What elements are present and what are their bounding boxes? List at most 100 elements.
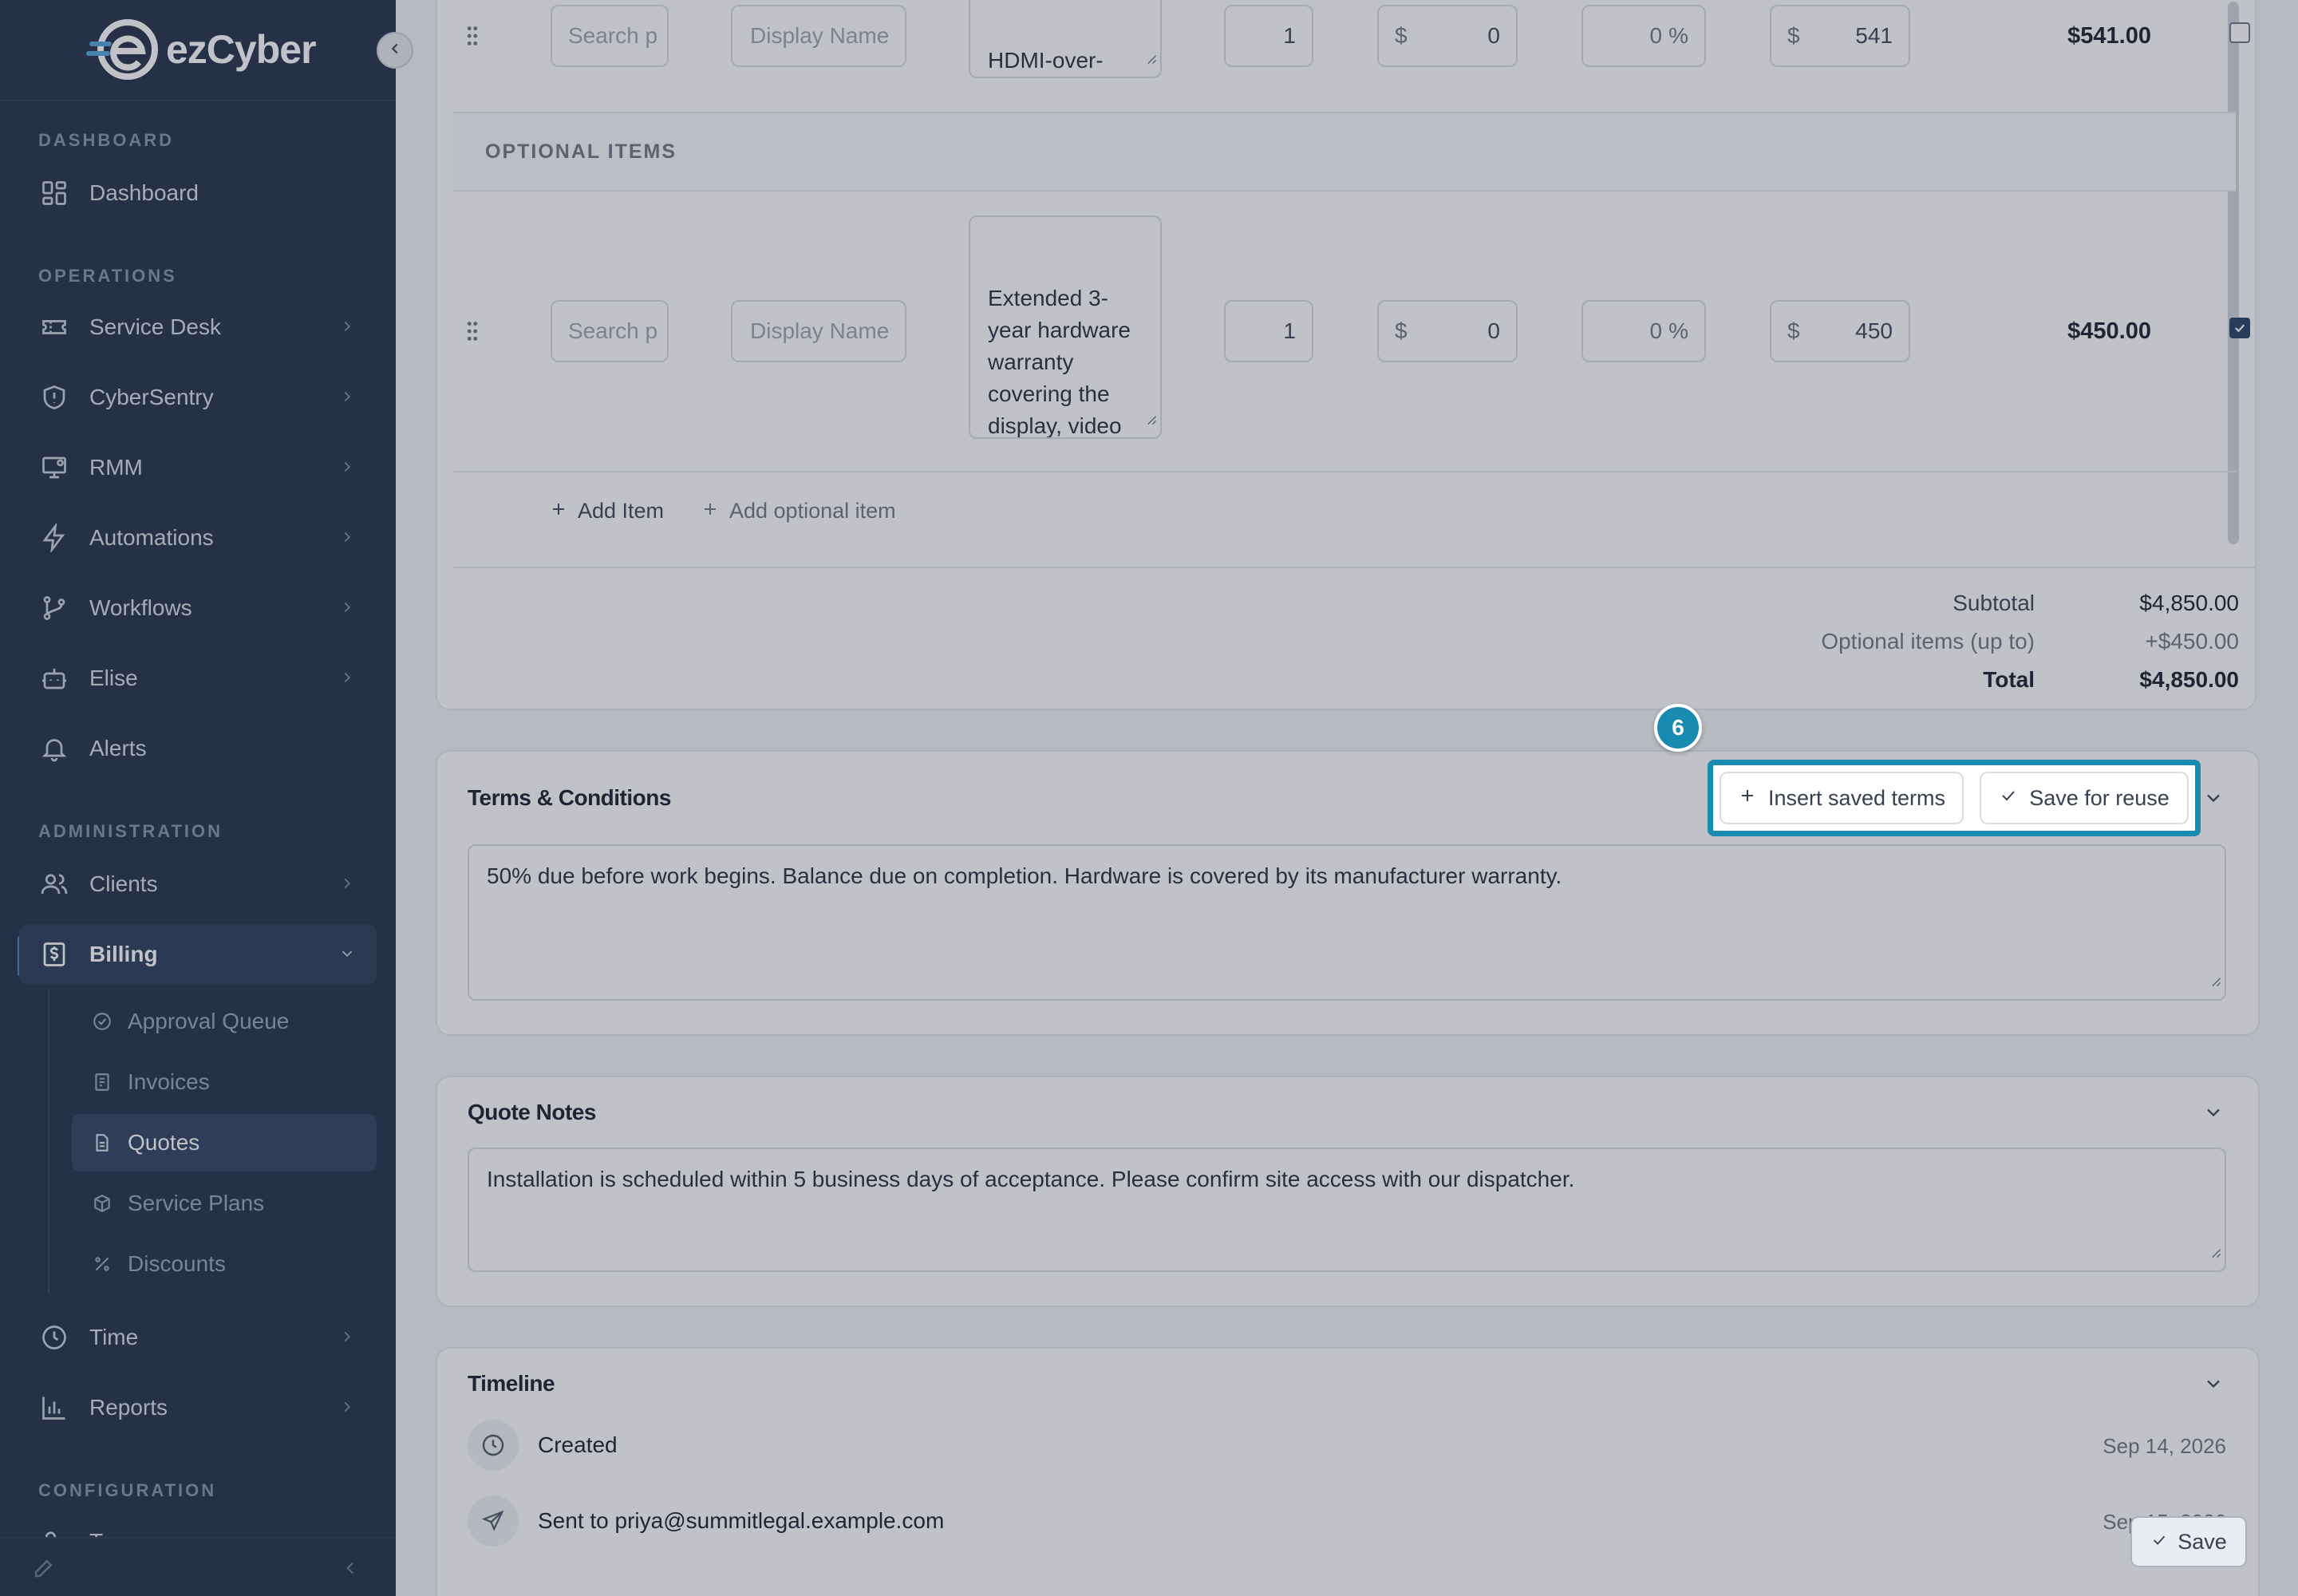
line-items-scrollbar[interactable] [2228, 2, 2239, 544]
currency-symbol: $ [1787, 318, 1800, 343]
clock-icon [38, 1321, 70, 1353]
product-search-input[interactable]: Search p [551, 5, 669, 67]
terms-text: 50% due before work begins. Balance due … [487, 863, 1562, 888]
description-textarea[interactable]: Extended 3- year hardware warranty cover… [969, 215, 1162, 439]
sidebar-toggle-button[interactable] [377, 32, 413, 69]
tour-step-badge: 6 [1654, 704, 1702, 752]
bot-icon [38, 662, 70, 694]
cost-input[interactable]: $0 [1377, 5, 1518, 67]
quantity-value: 1 [1283, 23, 1296, 48]
subitem-label: Service Plans [128, 1191, 265, 1215]
product-search-input[interactable]: Search p [551, 300, 669, 362]
price-input[interactable]: $450 [1770, 300, 1910, 362]
quote-notes-textarea[interactable]: Installation is scheduled within 5 busin… [468, 1148, 2226, 1272]
save-button-label: Save [2178, 1529, 2227, 1554]
check-icon [2150, 1530, 2168, 1555]
sidebar-item-clients[interactable]: Clients [19, 854, 377, 915]
price-input[interactable]: $541 [1770, 5, 1910, 67]
sidebar-subitem-service-plans[interactable]: Service Plans [72, 1175, 377, 1232]
chevron-right-icon [338, 318, 356, 339]
resize-handle-icon[interactable] [1146, 402, 1157, 434]
timeline-title: Timeline [468, 1371, 555, 1396]
edit-pencil-icon[interactable] [32, 1556, 56, 1584]
timeline-event-date: Sep 14, 2026 [2103, 1434, 2226, 1458]
discount-input[interactable]: 0% [1581, 300, 1706, 362]
sidebar-subitem-invoices[interactable]: Invoices [72, 1053, 377, 1111]
resize-handle-icon[interactable] [2210, 964, 2221, 996]
grid-icon [38, 177, 70, 209]
description-text: HDMI-over- CAT6 extender kit + cabling [988, 48, 1104, 73]
plus-icon [701, 500, 720, 523]
optional-checkbox[interactable] [2229, 22, 2250, 43]
add-optional-item-button[interactable]: Add optional item [701, 495, 896, 527]
drag-handle-icon[interactable] [464, 24, 480, 52]
sidebar-subitem-discounts[interactable]: Discounts [72, 1235, 377, 1293]
sidebar-item-time[interactable]: Time [19, 1307, 377, 1368]
check-circle-icon [91, 1010, 113, 1033]
price-value: 450 [1855, 318, 1893, 343]
sidebar-item-cybersentry[interactable]: CyberSentry [19, 367, 377, 428]
drag-handle-icon[interactable] [464, 319, 480, 347]
display-name-input[interactable]: Display Name [731, 300, 906, 362]
section-label-dashboard: DASHBOARD [38, 130, 174, 150]
check-icon [1999, 786, 2018, 811]
terms-textarea[interactable]: 50% due before work begins. Balance due … [468, 844, 2226, 1001]
shield-icon [38, 381, 70, 413]
insert-saved-terms-button[interactable]: Insert saved terms [1720, 772, 1964, 824]
app-logo[interactable]: ezCyber [86, 19, 317, 80]
search-placeholder: Search p [568, 318, 658, 343]
discount-input[interactable]: 0% [1581, 5, 1706, 67]
sidebar-item-elise[interactable]: Elise [19, 648, 377, 709]
subitem-label: Discounts [128, 1251, 226, 1276]
receipt-dollar-icon [38, 938, 70, 970]
logo-divider [0, 100, 396, 101]
optional-items-header: OPTIONAL ITEMS [453, 113, 2236, 192]
optional-checkbox-checked[interactable] [2229, 318, 2250, 338]
resize-handle-icon[interactable] [1146, 41, 1157, 73]
send-icon [468, 1495, 519, 1547]
description-textarea[interactable]: HDMI-over- CAT6 extender kit + cabling [969, 0, 1162, 78]
quote-notes-title: Quote Notes [468, 1100, 596, 1124]
quantity-input[interactable]: 1 [1224, 5, 1313, 67]
sidebar-item-alerts[interactable]: Alerts [19, 718, 377, 779]
resize-handle-icon[interactable] [2210, 1235, 2221, 1267]
sidebar-subitem-approval-queue[interactable]: Approval Queue [72, 993, 377, 1050]
chevron-right-icon [338, 388, 356, 409]
display-name-placeholder: Display Name [750, 318, 890, 343]
optional-items-label: OPTIONAL ITEMS [485, 140, 677, 163]
sidebar-item-billing[interactable]: Billing [19, 924, 377, 985]
chevron-down-icon[interactable] [2202, 1101, 2225, 1128]
currency-symbol: $ [1395, 23, 1408, 48]
sidebar-item-label: Time [89, 1325, 139, 1349]
sidebar-item-workflows[interactable]: Workflows [19, 578, 377, 638]
chevron-right-icon [338, 669, 356, 690]
clock-icon [468, 1420, 519, 1471]
currency-symbol: $ [1395, 318, 1408, 343]
sidebar-item-service-desk[interactable]: Service Desk [19, 297, 377, 358]
save-for-reuse-button[interactable]: Save for reuse [1980, 772, 2189, 824]
subitem-label: Invoices [128, 1069, 210, 1094]
sidebar-item-dashboard[interactable]: Dashboard [19, 163, 377, 223]
sidebar-item-rmm[interactable]: RMM [19, 437, 377, 498]
sidebar-item-label: Service Desk [89, 314, 221, 339]
plus-icon [549, 500, 568, 523]
save-button[interactable]: Save [2130, 1516, 2247, 1567]
sidebar-subitem-quotes[interactable]: Quotes [72, 1114, 377, 1171]
collapse-chevron-icon[interactable] [340, 1558, 361, 1582]
sidebar-item-reports[interactable]: Reports [19, 1377, 377, 1438]
percent-icon [91, 1253, 113, 1275]
cost-input[interactable]: $0 [1377, 300, 1518, 362]
sidebar-footer [0, 1537, 396, 1596]
chevron-down-icon[interactable] [2202, 787, 2225, 813]
terms-title: Terms & Conditions [468, 785, 671, 810]
sidebar-item-automations[interactable]: Automations [19, 508, 377, 568]
quantity-input[interactable]: 1 [1224, 300, 1313, 362]
monitor-icon [38, 452, 70, 484]
sidebar-item-label: Billing [89, 942, 158, 966]
add-item-button[interactable]: Add Item [549, 495, 664, 527]
invoice-icon [91, 1071, 113, 1093]
display-name-input[interactable]: Display Name [731, 5, 906, 67]
insert-saved-terms-label: Insert saved terms [1767, 785, 1946, 810]
sidebar-item-label: Automations [89, 525, 214, 550]
chevron-down-icon[interactable] [2202, 1373, 2225, 1399]
